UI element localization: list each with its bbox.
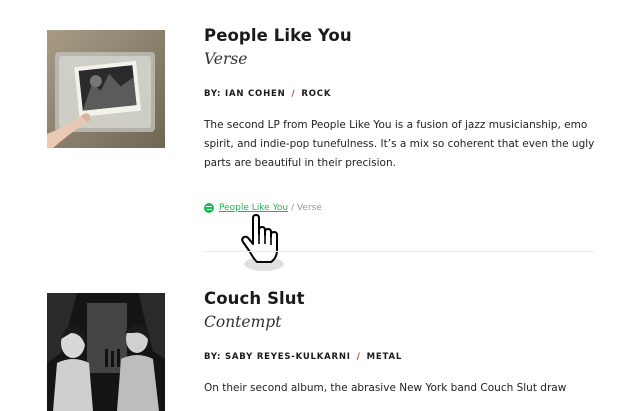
review-description: On their second album, the abrasive New … bbox=[204, 382, 567, 394]
album-cover-image[interactable] bbox=[47, 30, 165, 148]
author-link[interactable]: BY: SABY REYES-KULKARNI bbox=[204, 352, 351, 362]
spotify-album-label: / Verse bbox=[291, 203, 322, 213]
album-review-card: Couch Slut Contempt BY: SABY REYES-KULKA… bbox=[0, 252, 640, 411]
genre-link[interactable]: METAL bbox=[367, 352, 402, 362]
byline-separator: / bbox=[291, 89, 296, 99]
listen-on-spotify: People Like You / Verse bbox=[204, 202, 322, 214]
spotify-icon bbox=[204, 203, 214, 213]
review-description: The second LP from People Like You is a … bbox=[204, 119, 595, 169]
author-link[interactable]: BY: IAN COHEN bbox=[204, 89, 286, 99]
review-text: Couch Slut Contempt BY: SABY REYES-KULKA… bbox=[204, 289, 604, 398]
byline-separator: / bbox=[356, 352, 361, 362]
byline: BY: SABY REYES-KULKARNI / METAL bbox=[204, 351, 604, 363]
album-review-card: People Like You Verse BY: IAN COHEN / ROCK… bbox=[0, 0, 640, 271]
album-cover-image[interactable] bbox=[47, 293, 165, 411]
album-title[interactable]: People Like You bbox=[204, 26, 604, 46]
genre-link[interactable]: ROCK bbox=[301, 89, 331, 99]
album-title[interactable]: Couch Slut bbox=[204, 289, 604, 309]
album-name: Contempt bbox=[204, 313, 282, 331]
spotify-artist-link[interactable]: People Like You bbox=[219, 202, 288, 214]
album-name: Verse bbox=[204, 50, 248, 68]
byline: BY: IAN COHEN / ROCK bbox=[204, 88, 604, 100]
review-text: People Like You Verse BY: IAN COHEN / ROCK… bbox=[204, 26, 604, 173]
